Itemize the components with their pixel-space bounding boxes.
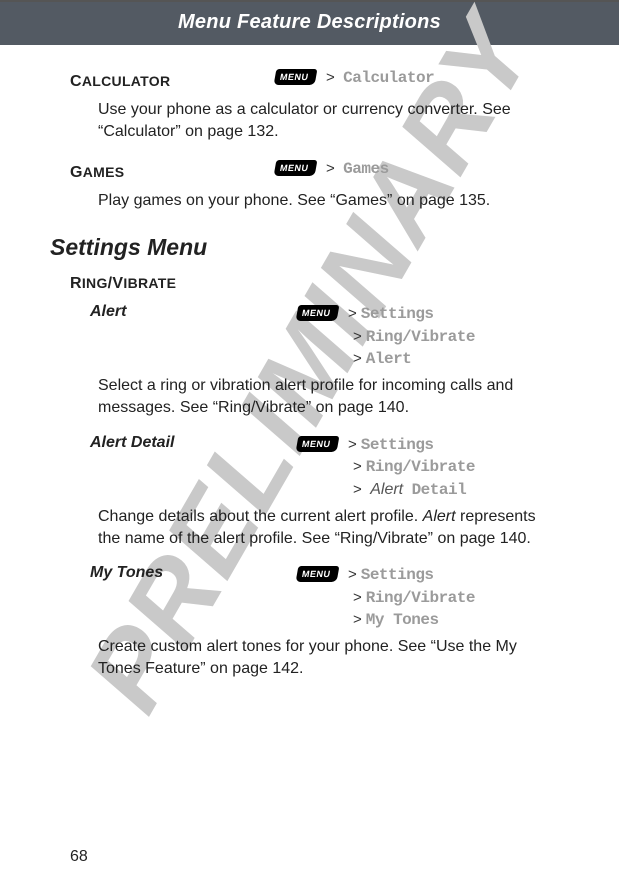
- alert-title: Alert: [90, 303, 285, 321]
- mytones-desc: Create custom alert tones for your phone…: [98, 636, 557, 681]
- mytones-title: My Tones: [90, 564, 285, 582]
- alert-detail-title: Alert Detail: [90, 434, 285, 452]
- ring-vibrate-title: RING/VIBRATE: [70, 275, 557, 293]
- page-header: Menu Feature Descriptions: [0, 2, 619, 45]
- games-title: GAMES: [70, 164, 265, 182]
- games-path: Games: [343, 160, 389, 178]
- mytones-path: MENU >Settings >Ring/Vibrate >My Tones: [297, 564, 557, 632]
- menu-key-icon: MENU: [296, 436, 339, 452]
- menu-key-icon: MENU: [274, 69, 317, 85]
- settings-menu-heading: Settings Menu: [50, 234, 557, 261]
- alert-desc: Select a ring or vibration alert profile…: [98, 375, 557, 420]
- menu-key-icon: MENU: [274, 160, 317, 176]
- calculator-path: Calculator: [343, 69, 434, 87]
- alert-path: MENU >Settings >Ring/Vibrate >Alert: [297, 303, 557, 371]
- alert-detail-path: MENU >Settings >Ring/Vibrate > Alert Det…: [297, 434, 557, 502]
- games-desc: Play games on your phone. See “Games” on…: [98, 190, 557, 212]
- menu-key-icon: MENU: [296, 305, 339, 321]
- calculator-desc: Use your phone as a calculator or curren…: [98, 99, 557, 144]
- calculator-title: CALCULATOR: [70, 73, 265, 91]
- alert-detail-desc: Change details about the current alert p…: [98, 506, 557, 551]
- menu-key-icon: MENU: [296, 566, 339, 582]
- page-number: 68: [70, 848, 88, 866]
